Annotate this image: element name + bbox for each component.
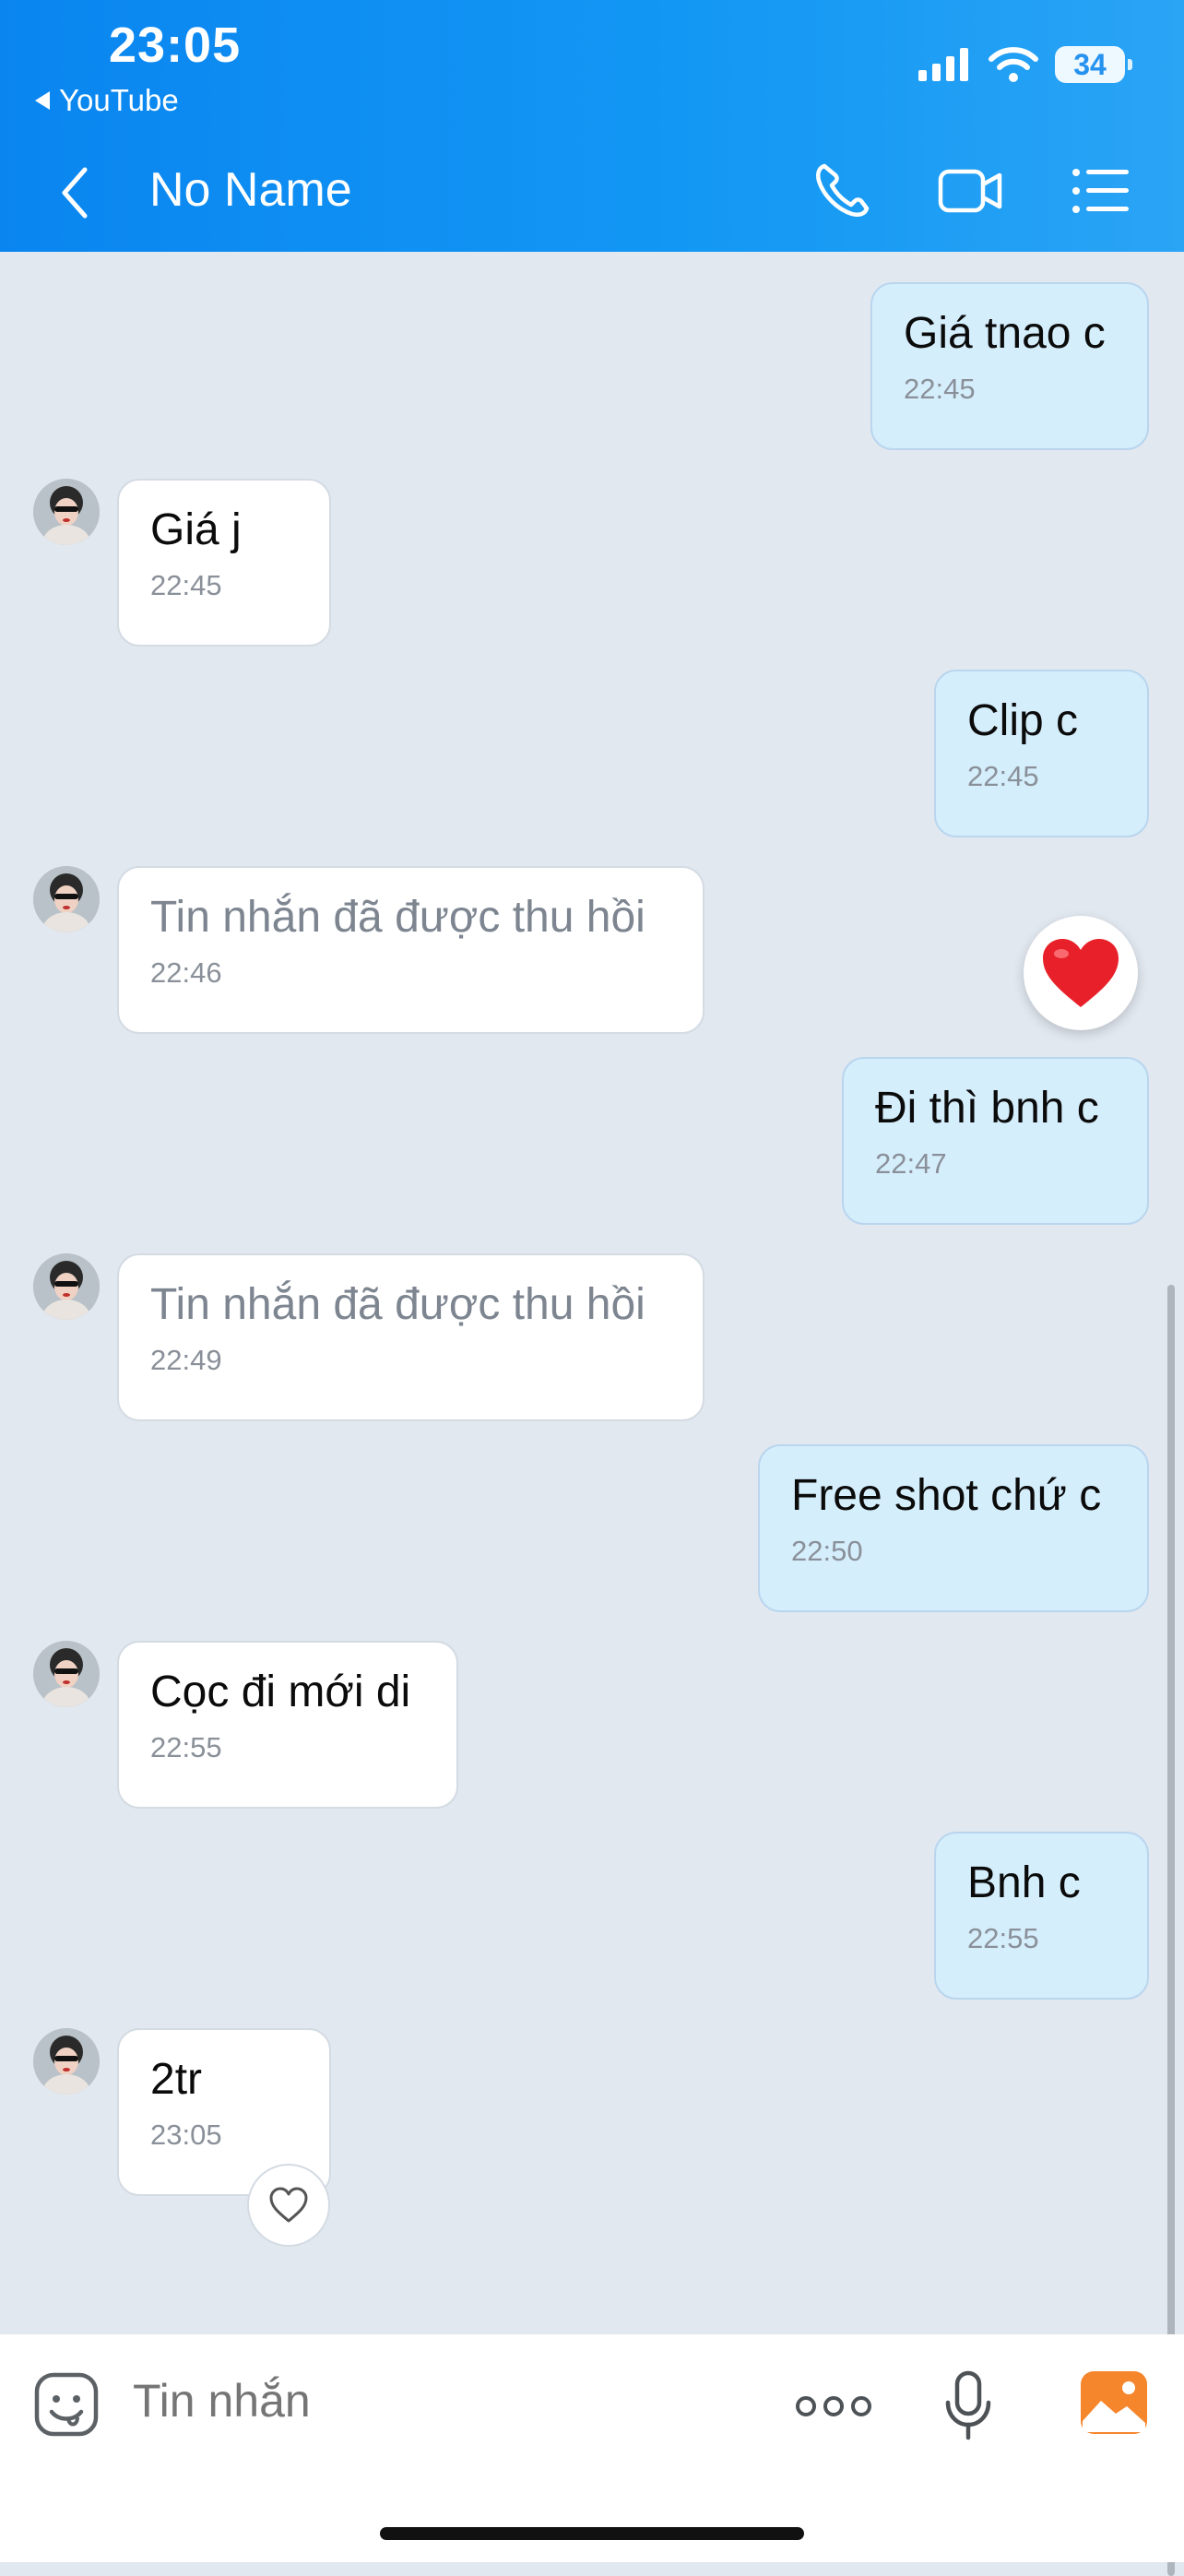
avatar-image [33, 479, 100, 545]
contact-avatar[interactable] [33, 866, 100, 932]
status-icons: 34 [917, 46, 1132, 83]
sticker-emoji-icon[interactable] [33, 2371, 100, 2438]
heart-reaction-badge[interactable] [1024, 916, 1138, 1030]
signal-icon [918, 48, 968, 81]
message-time: 22:55 [967, 1922, 1039, 1954]
avatar-image [33, 866, 100, 932]
home-indicator [380, 2527, 804, 2540]
heart-outline-icon [269, 2187, 308, 2223]
message-text: Đi thì bnh c [875, 1084, 1099, 1133]
menu-list-icon[interactable] [1068, 159, 1136, 223]
status-time: 23:05 [109, 18, 242, 73]
message-time: 22:47 [875, 1147, 947, 1180]
more-options-icon[interactable] [795, 2388, 872, 2425]
message-text: Cọc đi mới di [150, 1668, 411, 1716]
video-call-icon[interactable] [937, 159, 1005, 223]
message-time: 22:55 [150, 1731, 222, 1763]
add-reaction-button[interactable] [247, 2164, 330, 2247]
chat-header: 23:05 YouTube 34 No Name [0, 0, 1184, 252]
photo-gallery-icon[interactable] [1079, 2369, 1149, 2436]
back-triangle-icon [35, 91, 50, 110]
message-bubble-outgoing[interactable]: Free shot chứ c 22:50 [758, 1444, 1149, 1612]
battery-indicator: 34 [1055, 46, 1132, 83]
message-input-bar [0, 2334, 1184, 2562]
message-bubble-incoming[interactable]: Giá j 22:45 [117, 479, 331, 647]
back-chevron-icon[interactable] [57, 166, 94, 220]
message-text: Giá j [150, 505, 242, 554]
message-time: 22:45 [967, 760, 1039, 792]
message-text: 2tr [150, 2055, 203, 2104]
avatar-image [33, 1641, 100, 1707]
message-bubble-recalled[interactable]: Tin nhắn đã được thu hồi 22:46 [117, 866, 704, 1034]
message-text: Tin nhắn đã được thu hồi [150, 893, 645, 942]
message-time: 22:49 [150, 1344, 222, 1376]
message-bubble-recalled[interactable]: Tin nhắn đã được thu hồi 22:49 [117, 1253, 704, 1421]
message-list[interactable]: Giá tnao c 22:45 Giá j 22:45 Clip c 22:4… [0, 252, 1184, 2576]
message-bubble-outgoing[interactable]: Giá tnao c 22:45 [870, 282, 1149, 450]
message-bubble-incoming[interactable]: Cọc đi mới di 22:55 [117, 1641, 458, 1809]
message-text: Free shot chứ c [791, 1471, 1102, 1520]
message-time: 22:46 [150, 956, 222, 989]
back-app-label: YouTube [59, 83, 179, 117]
message-text: Tin nhắn đã được thu hồi [150, 1280, 645, 1329]
avatar-image [33, 1253, 100, 1320]
message-input[interactable] [131, 2373, 688, 2428]
contact-avatar[interactable] [33, 479, 100, 545]
message-time: 23:05 [150, 2119, 222, 2151]
contact-avatar[interactable] [33, 2028, 100, 2095]
message-text: Clip c [967, 696, 1079, 745]
phone-call-icon[interactable] [810, 159, 878, 223]
wifi-icon [989, 47, 1038, 82]
back-to-app-link[interactable]: YouTube [35, 83, 179, 118]
message-time: 22:45 [150, 569, 222, 601]
message-text: Bnh c [967, 1858, 1081, 1907]
microphone-icon[interactable] [942, 2369, 994, 2443]
contact-name[interactable]: No Name [149, 162, 352, 218]
contact-avatar[interactable] [33, 1253, 100, 1320]
message-time: 22:45 [904, 373, 976, 405]
contact-avatar[interactable] [33, 1641, 100, 1707]
message-bubble-outgoing[interactable]: Clip c 22:45 [934, 670, 1149, 837]
message-text: Giá tnao c [904, 309, 1106, 358]
message-bubble-outgoing[interactable]: Bnh c 22:55 [934, 1832, 1149, 2000]
heart-icon [1043, 939, 1119, 1007]
message-time: 22:50 [791, 1535, 863, 1567]
message-bubble-outgoing[interactable]: Đi thì bnh c 22:47 [842, 1057, 1149, 1225]
avatar-image [33, 2028, 100, 2095]
